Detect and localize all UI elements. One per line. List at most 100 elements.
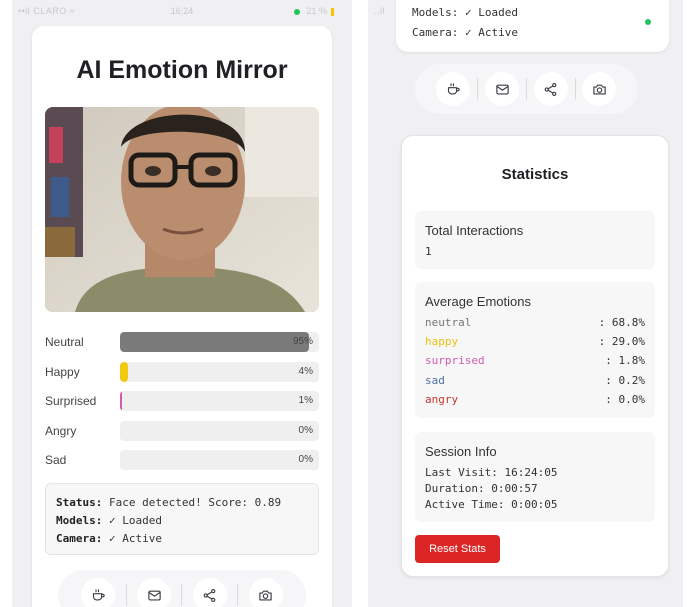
emotion-row-happy: Happy 4% xyxy=(45,362,319,382)
recording-dot-icon xyxy=(294,8,301,15)
divider xyxy=(477,78,479,100)
emotion-row-sad: Sad 0% xyxy=(45,450,319,470)
emotion-label: Neutral xyxy=(45,335,84,349)
emotion-percent: 0% xyxy=(298,425,313,436)
coffee-icon xyxy=(92,588,105,600)
duration: Duration: 0:00:57 xyxy=(425,482,538,495)
emotion-label: Surprised xyxy=(45,394,97,408)
mail-button[interactable] xyxy=(485,72,520,106)
total-interactions-box: Total Interactions 1 xyxy=(415,211,655,269)
average-name: happy xyxy=(425,335,459,348)
mail-button[interactable] xyxy=(137,578,172,607)
status-bar: ••ll CLARO ≈ 16:24 21 % xyxy=(12,6,352,20)
right-phone-screen: ..ll Models: ✓ Loaded Camera: ✓ Active S… xyxy=(368,0,683,607)
share-icon xyxy=(204,588,216,602)
emotion-label: Angry xyxy=(45,424,77,438)
models-line: Models: ✓ Loaded xyxy=(56,512,308,530)
divider xyxy=(574,78,576,100)
camera-value: ✓ Active xyxy=(458,26,518,39)
coffee-button[interactable] xyxy=(436,72,471,106)
camera-frame-image xyxy=(45,107,319,312)
camera-line: Camera: ✓ Active xyxy=(412,26,518,39)
battery-label: 21 % xyxy=(306,6,327,16)
emotion-fill xyxy=(120,332,310,352)
divider xyxy=(181,584,183,606)
carrier-label: ..ll xyxy=(374,6,385,16)
reset-stats-button[interactable]: Reset Stats xyxy=(415,535,500,563)
average-name: surprised xyxy=(425,354,485,367)
share-icon xyxy=(544,82,557,96)
session-info-label: Session Info xyxy=(425,444,497,459)
main-card: AI Emotion Mirror Neutral 95% Happy 4% S… xyxy=(32,26,332,607)
average-value: : 0.2% xyxy=(605,374,645,387)
battery-icon xyxy=(331,7,334,16)
emotion-label: Sad xyxy=(45,453,67,467)
emotion-fill xyxy=(120,362,128,382)
coffee-button[interactable] xyxy=(81,578,116,607)
models-key: Models: xyxy=(56,514,103,527)
app-title: AI Emotion Mirror xyxy=(76,56,288,84)
average-emotions-box: Average Emotions neutral : 68.8% happy : 2… xyxy=(415,282,655,418)
last-visit: Last Visit: 16:24:05 xyxy=(425,466,558,479)
camera-feed xyxy=(45,107,319,312)
camera-key: Camera: xyxy=(412,26,459,39)
total-interactions-value: 1 xyxy=(425,245,432,258)
emotion-label: Happy xyxy=(45,365,80,379)
battery-indicator: 21 % xyxy=(294,6,334,16)
camera-icon xyxy=(259,590,272,600)
emotion-percent: 1% xyxy=(298,395,313,406)
active-time: Active Time: 0:00:05 xyxy=(425,498,558,511)
emotion-percent: 4% xyxy=(298,366,313,377)
camera-value: ✓ Active xyxy=(102,532,162,545)
average-emotions-label: Average Emotions xyxy=(425,294,531,309)
camera-button[interactable] xyxy=(582,72,617,106)
total-interactions-label: Total Interactions xyxy=(425,223,524,238)
emotion-track: 1% xyxy=(120,391,319,411)
camera-line: Camera: ✓ Active xyxy=(56,530,308,548)
average-row: angry : 0.0% xyxy=(425,393,645,409)
average-value: : 68.8% xyxy=(598,316,645,329)
status-panel: Status: Face detected! Score: 0.89 Model… xyxy=(45,483,319,555)
left-phone-screen: ••ll CLARO ≈ 16:24 21 % AI Emotion Mirro… xyxy=(12,0,352,607)
models-value: ✓ Loaded xyxy=(102,514,162,527)
emotion-row-angry: Angry 0% xyxy=(45,421,319,441)
emotion-track: 0% xyxy=(120,421,319,441)
average-row: neutral : 68.8% xyxy=(425,316,645,332)
session-info-box: Session Info Last Visit: 16:24:05 Durati… xyxy=(415,432,655,522)
divider xyxy=(525,78,527,100)
divider xyxy=(237,584,239,606)
emotion-fill xyxy=(120,391,122,411)
status-value: Face detected! Score: 0.89 xyxy=(102,496,282,509)
average-value: : 0.0% xyxy=(605,393,645,406)
mail-icon xyxy=(147,590,161,600)
average-value: : 29.0% xyxy=(598,335,645,348)
emotion-percent: 0% xyxy=(298,454,313,465)
coffee-icon xyxy=(447,82,460,94)
action-bar xyxy=(415,64,638,114)
action-bar xyxy=(58,570,306,607)
statistics-card: Statistics Total Interactions 1 Average … xyxy=(401,135,669,577)
status-line: Status: Face detected! Score: 0.89 xyxy=(56,494,308,512)
recording-dot-icon xyxy=(645,19,651,25)
emotion-track: 95% xyxy=(120,332,319,352)
average-name: sad xyxy=(425,374,445,387)
emotion-track: 4% xyxy=(120,362,319,382)
status-panel-partial: Models: ✓ Loaded Camera: ✓ Active xyxy=(396,0,669,52)
average-row: sad : 0.2% xyxy=(425,374,645,390)
status-key: Status: xyxy=(56,496,103,509)
average-row: happy : 29.0% xyxy=(425,335,645,351)
emotion-track: 0% xyxy=(120,450,319,470)
camera-button[interactable] xyxy=(248,578,283,607)
emotion-percent: 95% xyxy=(292,336,313,347)
share-button[interactable] xyxy=(192,578,227,607)
emotion-row-neutral: Neutral 95% xyxy=(45,332,319,352)
divider xyxy=(125,584,127,606)
statistics-title: Statistics xyxy=(501,166,569,183)
mail-icon xyxy=(495,84,509,94)
share-button[interactable] xyxy=(533,72,568,106)
average-name: neutral xyxy=(425,316,472,329)
average-name: angry xyxy=(425,393,459,406)
emotion-row-surprised: Surprised 1% xyxy=(45,391,319,411)
average-value: : 1.8% xyxy=(605,354,645,367)
models-line: Models: ✓ Loaded xyxy=(412,6,518,19)
